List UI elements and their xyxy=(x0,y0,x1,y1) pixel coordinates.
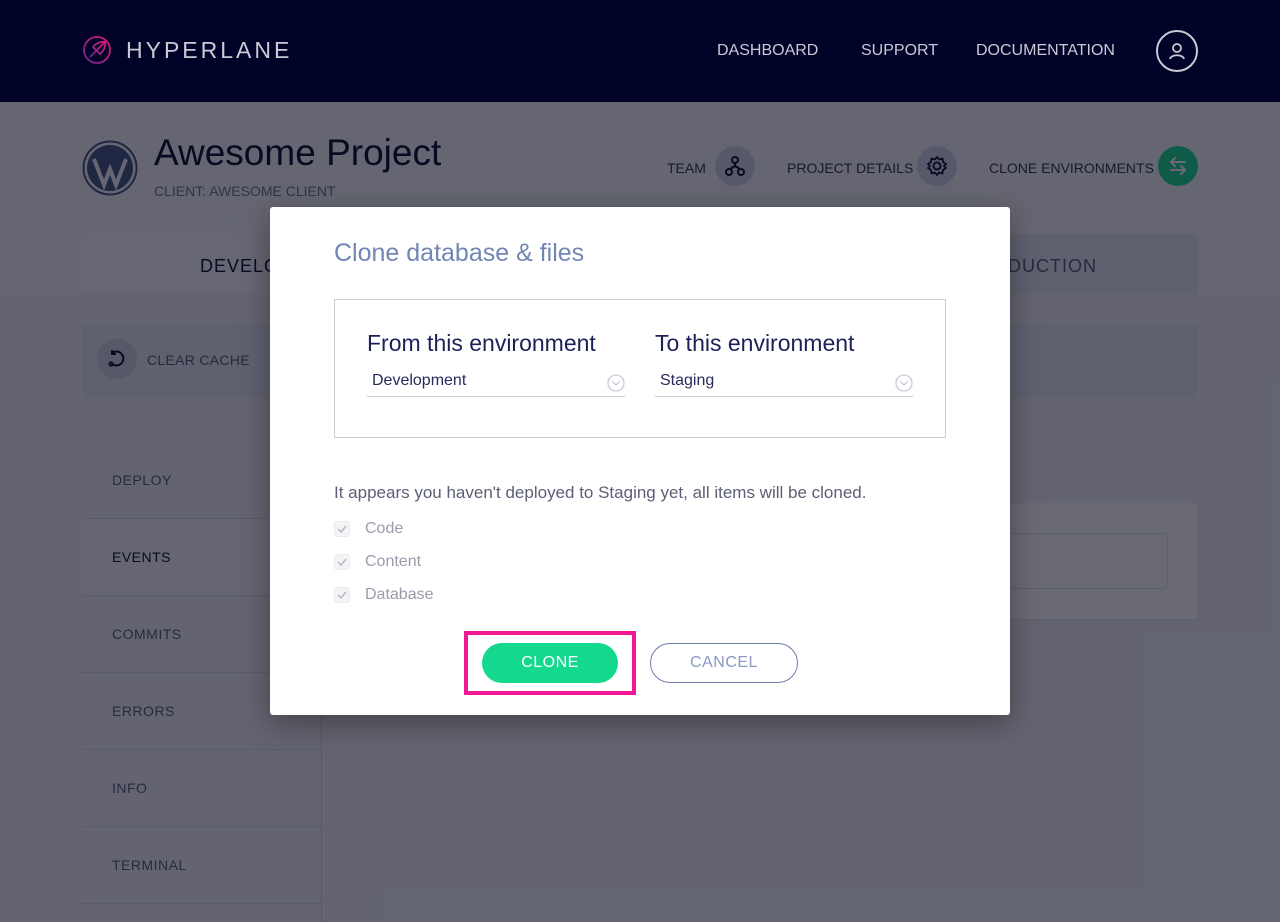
modal-title: Clone database & files xyxy=(334,239,585,267)
environment-selector-box: From this environment Development To thi… xyxy=(334,299,946,438)
checkbox-content[interactable]: Content xyxy=(334,553,421,571)
top-navbar: HYPERLANE DASHBOARD SUPPORT DOCUMENTATIO… xyxy=(0,0,1280,102)
brand-name: HYPERLANE xyxy=(126,36,293,63)
clone-modal: Clone database & files From this environ… xyxy=(270,207,1010,715)
from-environment-label: From this environment xyxy=(367,330,596,356)
checkbox[interactable] xyxy=(334,521,350,537)
from-environment-select[interactable]: Development xyxy=(367,367,625,397)
to-environment: To this environment Staging xyxy=(655,330,913,397)
chevron-down-icon xyxy=(895,374,913,392)
checkbox-code[interactable]: Code xyxy=(334,520,403,538)
checkbox-label: Database xyxy=(365,586,434,603)
to-environment-select[interactable]: Staging xyxy=(655,367,913,397)
checkbox[interactable] xyxy=(334,554,350,570)
from-environment: From this environment Development xyxy=(367,330,625,397)
chevron-down-icon xyxy=(607,374,625,392)
checkmark-icon xyxy=(337,558,347,566)
to-environment-label: To this environment xyxy=(655,330,855,356)
checkbox-label: Content xyxy=(365,553,422,570)
nav-documentation[interactable]: DOCUMENTATION xyxy=(976,42,1115,60)
checkbox-database[interactable]: Database xyxy=(334,586,434,604)
nav-dashboard[interactable]: DASHBOARD xyxy=(717,42,818,60)
user-icon xyxy=(1169,43,1185,60)
clone-notice: It appears you haven't deployed to Stagi… xyxy=(334,483,867,502)
clone-button[interactable]: CLONE xyxy=(482,643,618,683)
rocket-logo-icon xyxy=(83,36,111,64)
cancel-button[interactable]: CANCEL xyxy=(650,643,798,683)
checkmark-icon xyxy=(337,591,347,599)
checkmark-icon xyxy=(337,525,347,533)
user-menu-button[interactable] xyxy=(1156,30,1198,72)
to-environment-value: Staging xyxy=(660,372,715,389)
brand-logo[interactable]: HYPERLANE xyxy=(82,35,292,65)
checkbox-label: Code xyxy=(365,520,404,537)
nav-support[interactable]: SUPPORT xyxy=(861,42,938,60)
from-environment-value: Development xyxy=(372,372,467,389)
checkbox[interactable] xyxy=(334,587,350,603)
